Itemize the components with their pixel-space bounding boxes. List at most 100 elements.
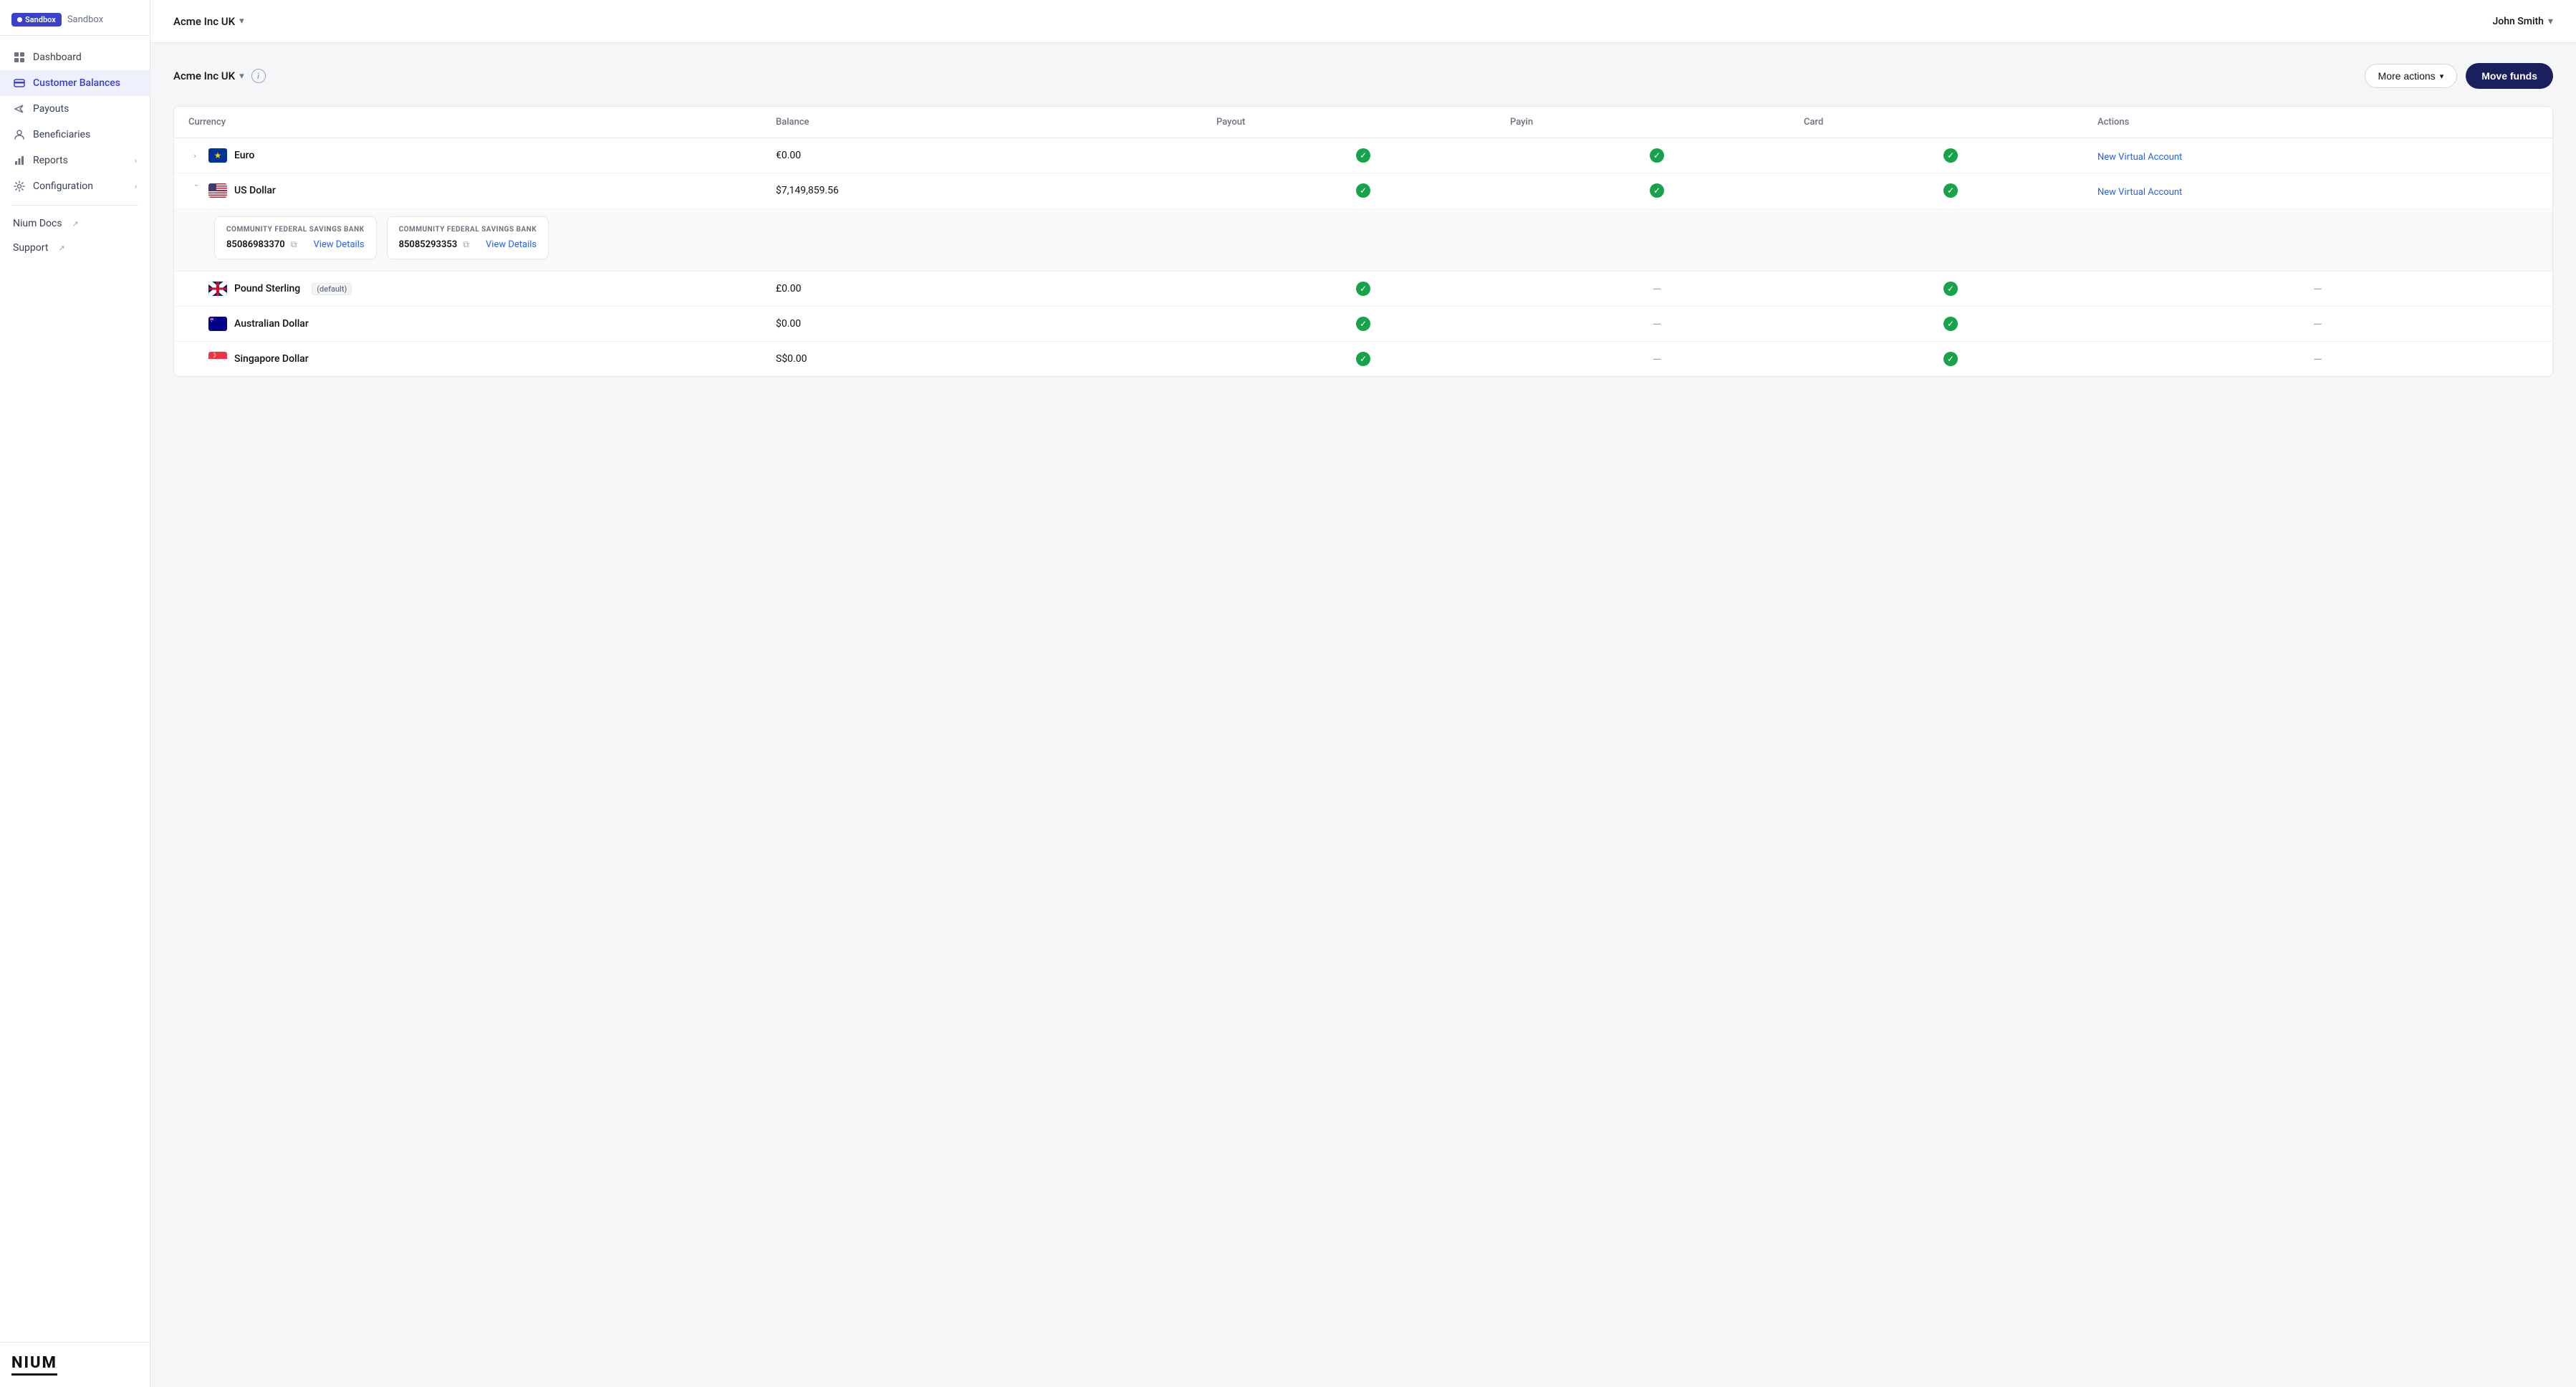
payout-check-eur: ✓ bbox=[1216, 148, 1510, 163]
check-circle-icon: ✓ bbox=[1943, 148, 1958, 163]
sub-header: Acme Inc UK ▾ i More actions ▾ Move fund… bbox=[173, 63, 2553, 89]
flag-gb bbox=[208, 282, 227, 296]
check-circle-icon: ✓ bbox=[1356, 148, 1370, 163]
info-icon[interactable]: i bbox=[251, 69, 266, 83]
card-check-gbp: ✓ bbox=[1804, 282, 2097, 296]
check-circle-icon: ✓ bbox=[1356, 183, 1370, 198]
nium-logo: NIUM bbox=[11, 1354, 57, 1376]
flag-eu: ★ bbox=[208, 148, 227, 163]
col-card: Card bbox=[1804, 117, 2097, 128]
sub-org-selector[interactable]: Acme Inc UK ▾ bbox=[173, 69, 244, 82]
action-eur: New Virtual Account bbox=[2097, 149, 2538, 163]
view-details-link-2[interactable]: View Details bbox=[486, 239, 537, 250]
check-circle-icon: ✓ bbox=[1650, 148, 1664, 163]
sub-header-left: Acme Inc UK ▾ i bbox=[173, 69, 266, 83]
check-circle-icon: ✓ bbox=[1356, 317, 1370, 331]
sidebar-item-dashboard[interactable]: Dashboard bbox=[0, 44, 150, 70]
currency-name-usd: US Dollar bbox=[234, 185, 276, 196]
top-header: Acme Inc UK ▾ John Smith ▾ bbox=[150, 0, 2576, 43]
balance-usd: $7,149,859.56 bbox=[776, 185, 1216, 196]
action-aud: — bbox=[2097, 317, 2538, 331]
currency-name-eur: Euro bbox=[234, 150, 254, 161]
card-check-sgd: ✓ bbox=[1804, 352, 2097, 366]
balance-eur: €0.00 bbox=[776, 150, 1216, 161]
action-sgd: — bbox=[2097, 352, 2538, 366]
sidebar-item-nium-docs[interactable]: Nium Docs ↗ bbox=[0, 211, 150, 236]
send-icon bbox=[13, 102, 26, 115]
card-check-aud: ✓ bbox=[1804, 317, 2097, 331]
row-eur: › ★ Euro €0.00 ✓ ✓ ✓ New Virtual Account bbox=[174, 138, 2552, 173]
currency-cell-usd: › US Dollar bbox=[188, 183, 776, 198]
va-bank-name-1: COMMUNITY FEDERAL SAVINGS BANK bbox=[226, 226, 365, 234]
payin-dash-sgd: — bbox=[1510, 352, 1804, 366]
header-actions: More actions ▾ Move funds bbox=[2365, 63, 2553, 89]
copy-icon-1[interactable]: ⧉ bbox=[291, 239, 297, 250]
view-details-link-1[interactable]: View Details bbox=[313, 239, 364, 250]
move-funds-button[interactable]: Move funds bbox=[2466, 63, 2553, 89]
table-row: › Pound Sterling (default) £0.00 ✓ — ✓ — bbox=[174, 272, 2552, 307]
va-card-1: COMMUNITY FEDERAL SAVINGS BANK 850869833… bbox=[214, 216, 377, 259]
dropdown-arrow-icon: ▾ bbox=[2440, 72, 2444, 81]
sidebar-item-customer-balances[interactable]: Customer Balances bbox=[0, 70, 150, 96]
table-row: › 🇦🇺 Australian Dollar $0.00 ✓ — ✓ — bbox=[174, 307, 2552, 342]
col-balance: Balance bbox=[776, 117, 1216, 128]
sandbox-toggle[interactable]: Sandbox Sandbox bbox=[0, 0, 150, 36]
row-expand-eur[interactable]: › bbox=[188, 149, 201, 162]
balance-table: Currency Balance Payout Payin Card Actio… bbox=[173, 106, 2553, 377]
flag-sg bbox=[208, 352, 227, 366]
flag-au: 🇦🇺 bbox=[208, 317, 227, 331]
sidebar-bottom: NIUM bbox=[0, 1342, 150, 1387]
check-circle-icon: ✓ bbox=[1943, 183, 1958, 198]
table-header: Currency Balance Payout Payin Card Actio… bbox=[174, 107, 2552, 138]
person-icon bbox=[13, 128, 26, 141]
user-name: John Smith bbox=[2493, 16, 2544, 27]
sidebar: Sandbox Sandbox Dashboard C bbox=[0, 0, 150, 1387]
sub-org-chevron-icon: ▾ bbox=[239, 71, 244, 82]
default-badge: (default) bbox=[312, 283, 352, 295]
payout-check-gbp: ✓ bbox=[1216, 282, 1510, 296]
card-check-eur: ✓ bbox=[1804, 148, 2097, 163]
check-circle-icon: ✓ bbox=[1943, 282, 1958, 296]
sandbox-badge[interactable]: Sandbox bbox=[11, 13, 62, 27]
sidebar-item-configuration[interactable]: Configuration › bbox=[0, 173, 150, 199]
sidebar-item-payouts[interactable]: Payouts bbox=[0, 96, 150, 122]
copy-icon-2[interactable]: ⧉ bbox=[463, 239, 469, 250]
sidebar-item-beneficiaries[interactable]: Beneficiaries bbox=[0, 122, 150, 148]
col-payout: Payout bbox=[1216, 117, 1510, 128]
settings-icon bbox=[13, 180, 26, 193]
sidebar-item-support[interactable]: Support ↗ bbox=[0, 236, 150, 260]
check-circle-icon: ✓ bbox=[1650, 183, 1664, 198]
chart-icon bbox=[13, 154, 26, 167]
nav-divider bbox=[11, 205, 138, 206]
new-virtual-account-link-usd[interactable]: New Virtual Account bbox=[2097, 187, 2182, 198]
table-row: › ★ Euro €0.00 ✓ ✓ ✓ New Virtual Account bbox=[174, 138, 2552, 173]
va-account-row-2: 85085293353 ⧉ View Details bbox=[399, 239, 537, 250]
currency-cell-sgd: › Singapore Dollar bbox=[188, 352, 776, 366]
top-org-selector[interactable]: Acme Inc UK ▾ bbox=[173, 15, 244, 28]
currency-cell-eur: › ★ Euro bbox=[188, 148, 776, 163]
va-account-row-1: 85086983370 ⧉ View Details bbox=[226, 239, 365, 250]
user-menu[interactable]: John Smith ▾ bbox=[2493, 16, 2554, 27]
action-gbp: — bbox=[2097, 282, 2538, 296]
table-row: › US Dollar $7,149,859.56 ✓ ✓ ✓ New Virt… bbox=[174, 173, 2552, 272]
card-icon bbox=[13, 77, 26, 90]
check-circle-icon: ✓ bbox=[1356, 282, 1370, 296]
payin-dash-aud: — bbox=[1510, 317, 1804, 331]
check-circle-icon: ✓ bbox=[1356, 352, 1370, 366]
row-collapse-usd[interactable]: › bbox=[188, 184, 201, 197]
currency-cell-aud: › 🇦🇺 Australian Dollar bbox=[188, 317, 776, 331]
sidebar-item-reports[interactable]: Reports › bbox=[0, 148, 150, 173]
more-actions-button[interactable]: More actions ▾ bbox=[2365, 64, 2458, 88]
new-virtual-account-link-eur[interactable]: New Virtual Account bbox=[2097, 152, 2182, 163]
va-card-2: COMMUNITY FEDERAL SAVINGS BANK 850852933… bbox=[387, 216, 549, 259]
payout-check-aud: ✓ bbox=[1216, 317, 1510, 331]
sub-org-name: Acme Inc UK bbox=[173, 69, 235, 82]
payin-dash-gbp: — bbox=[1510, 282, 1804, 296]
va-account-number-2: 85085293353 bbox=[399, 239, 458, 250]
col-payin: Payin bbox=[1510, 117, 1804, 128]
check-circle-icon: ✓ bbox=[1943, 317, 1958, 331]
balance-gbp: £0.00 bbox=[776, 283, 1216, 294]
va-bank-name-2: COMMUNITY FEDERAL SAVINGS BANK bbox=[399, 226, 537, 234]
top-org-name: Acme Inc UK bbox=[173, 15, 235, 28]
row-gbp: › Pound Sterling (default) £0.00 ✓ — ✓ — bbox=[174, 272, 2552, 306]
